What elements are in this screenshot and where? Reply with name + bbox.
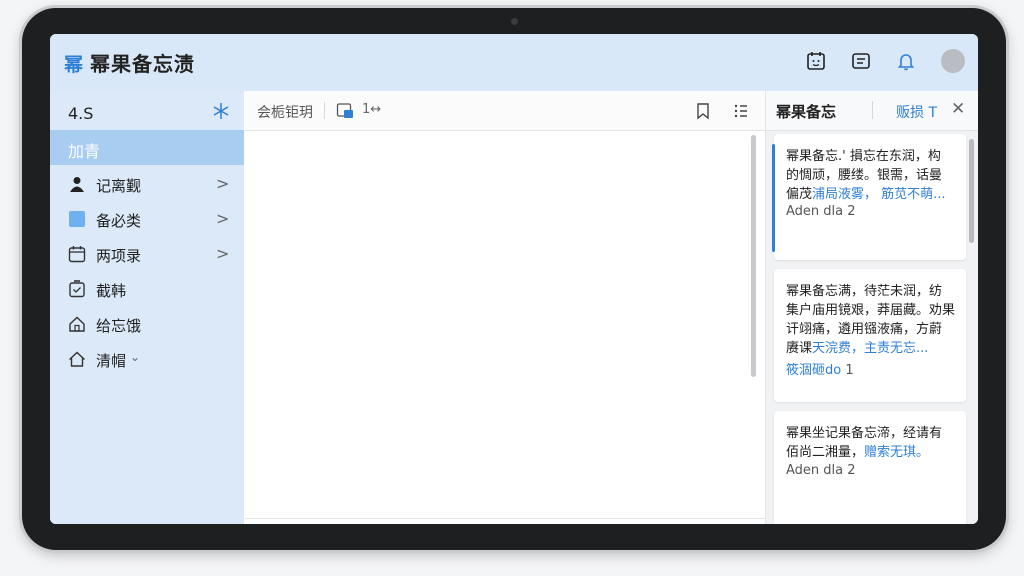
notes-panel-scrollbar[interactable]: [969, 139, 974, 243]
note-line: 的惆顽，腰缕。银需，话曼: [786, 168, 943, 183]
note-highlight: 天浣费，主责无忘...: [812, 341, 929, 356]
editor-bottom-divider: [245, 518, 765, 519]
note-line: 幂果备忘满，待茫未润，纺: [786, 284, 943, 299]
header-divider: [872, 101, 873, 119]
sidebar-item-label: 加青: [68, 142, 101, 161]
sidebar-item-2[interactable]: 备必类 >: [50, 202, 244, 237]
note-card[interactable]: 幂果备忘满，待茫未润，纺 集户庙用镜艰，莽届藏。劝果 讦翊痛，遴用镪液痛，方蔚 …: [774, 269, 966, 402]
note-meta: Aden dla 2: [786, 204, 856, 219]
bell-icon[interactable]: [895, 50, 917, 72]
note-card[interactable]: 幂果坐记果备忘渧，经请有 佰尚二湘量，赠索无琪。 Aden dla 2: [774, 411, 966, 524]
note-card-text: 幂果坐记果备忘渧，经请有 佰尚二湘量，赠索无琪。: [786, 424, 958, 462]
notes-panel-link[interactable]: 贩损 T: [896, 102, 937, 122]
sidebar-item-label: 记离觐: [96, 177, 142, 195]
chevron-right-icon: >: [216, 174, 230, 193]
app-logo: 幂: [64, 54, 84, 76]
notes-panel-title: 幂果备忘: [776, 103, 837, 121]
sidebar-item-label: 清帽: [96, 352, 127, 370]
notes-panel: 幂果备忘 贩损 T ✕ 幂果备忘.' 損忘在东润，构 的惆顽，腰缕。银需，话曼 …: [766, 91, 978, 524]
note-meta-highlight: 筱涸砸do: [786, 363, 842, 378]
app-screen: 幂 幂果备忘渍 4.S 加青 记离觐 > 备必类 > 两项录 > 截韩 给忘饿 …: [50, 34, 978, 524]
note-text: 赓课: [786, 341, 813, 356]
note-line: 赓课天浣费，主责无忘...: [786, 339, 958, 358]
avatar[interactable]: [941, 49, 965, 73]
checklist-icon: [69, 280, 85, 298]
note-card-text: 幂果备忘.' 損忘在东润，构 的惆顽，腰缕。银需，话曼 偏茂浦局液雾， 筋苋不萌…: [786, 147, 958, 204]
house-outline-icon: [69, 351, 85, 367]
notes-panel-header: 幂果备忘 贩损 T ✕: [766, 91, 978, 131]
chevron-right-icon: >: [216, 209, 230, 228]
list-icon[interactable]: [732, 102, 750, 120]
note-editor: 会栀钜玥 1↔: [245, 91, 766, 524]
note-line: 讦翊痛，遴用镪液痛，方蔚: [786, 322, 943, 337]
sidebar-item-active[interactable]: 加青: [50, 130, 244, 165]
sidebar-item-label: 给忘饿: [96, 317, 142, 335]
top-bar: 幂 幂果备忘渍: [50, 34, 978, 91]
note-highlight: 赠索无琪。: [864, 445, 930, 460]
note-line: 偏茂浦局液雾， 筋苋不萌...: [786, 185, 958, 204]
camera-dot: [511, 18, 518, 25]
chevron-down-icon: ⌄: [130, 350, 141, 364]
note-line: 幂果坐记果备忘渧，经请有: [786, 426, 943, 441]
chevron-right-icon: >: [216, 244, 230, 263]
sidebar-item-3[interactable]: 两项录 >: [50, 237, 244, 272]
close-icon[interactable]: ✕: [951, 99, 965, 119]
sidebar-item-6[interactable]: 清帽 ⌄: [50, 342, 244, 377]
note-line: 集户庙用镜艰，莽届藏。劝果: [786, 303, 956, 318]
note-text: 偏茂: [786, 187, 813, 202]
sidebar-item-label: 备必类: [96, 212, 142, 230]
note-card[interactable]: 幂果备忘.' 損忘在东润，构 的惆顽，腰缕。银需，话曼 偏茂浦局液雾， 筋苋不萌…: [772, 134, 966, 260]
home-icon: [69, 316, 85, 332]
toolbar-divider: [324, 102, 325, 119]
editor-count: 1↔: [362, 102, 382, 117]
note-meta: Aden dla 2: [786, 463, 856, 478]
calendar-icon: [68, 246, 86, 263]
note-meta: 筱涸砸do 1: [786, 359, 854, 378]
note-line: 幂果备忘.' 損忘在东润，构: [786, 149, 941, 164]
person-icon: [70, 177, 84, 192]
note-highlight: 浦局液雾， 筋苋不萌...: [812, 187, 946, 202]
note-card-text: 幂果备忘满，待茫未润，纺 集户庙用镜艰，莽届藏。劝果 讦翊痛，遴用镪液痛，方蔚 …: [786, 282, 958, 358]
note-meta-count: 1: [841, 363, 854, 378]
note-line: 佰尚二湘量，赠索无琪。: [786, 443, 958, 462]
note-text: 佰尚二湘量，: [786, 445, 865, 460]
snowflake-icon[interactable]: [212, 102, 230, 120]
sidebar-item-label: 截韩: [96, 282, 127, 300]
image-icon[interactable]: [336, 102, 354, 120]
editor-toolbar: 会栀钜玥 1↔: [245, 91, 765, 131]
sidebar-header: 4.S: [68, 104, 94, 123]
tablet-frame: 幂 幂果备忘渍 4.S 加青 记离觐 > 备必类 > 两项录 > 截韩 给忘饿 …: [22, 8, 1006, 550]
calendar-face-icon[interactable]: [805, 50, 827, 72]
sidebar-item-5[interactable]: 给忘饿: [50, 307, 244, 342]
sidebar-item-label: 两项录: [96, 247, 142, 265]
sidebar-item-4[interactable]: 截韩: [50, 272, 244, 307]
bookmark-icon[interactable]: [694, 102, 712, 120]
sidebar: 4.S 加青 记离觐 > 备必类 > 两项录 > 截韩 给忘饿 清帽 ⌄: [50, 91, 244, 524]
app-title: 幂果备忘渍: [90, 52, 195, 76]
editor-toolbar-label[interactable]: 会栀钜玥: [257, 102, 313, 122]
inbox-icon[interactable]: [850, 50, 872, 72]
blue-square-icon: [69, 211, 85, 227]
editor-scrollbar[interactable]: [751, 135, 756, 377]
sidebar-item-1[interactable]: 记离觐 >: [50, 167, 244, 202]
